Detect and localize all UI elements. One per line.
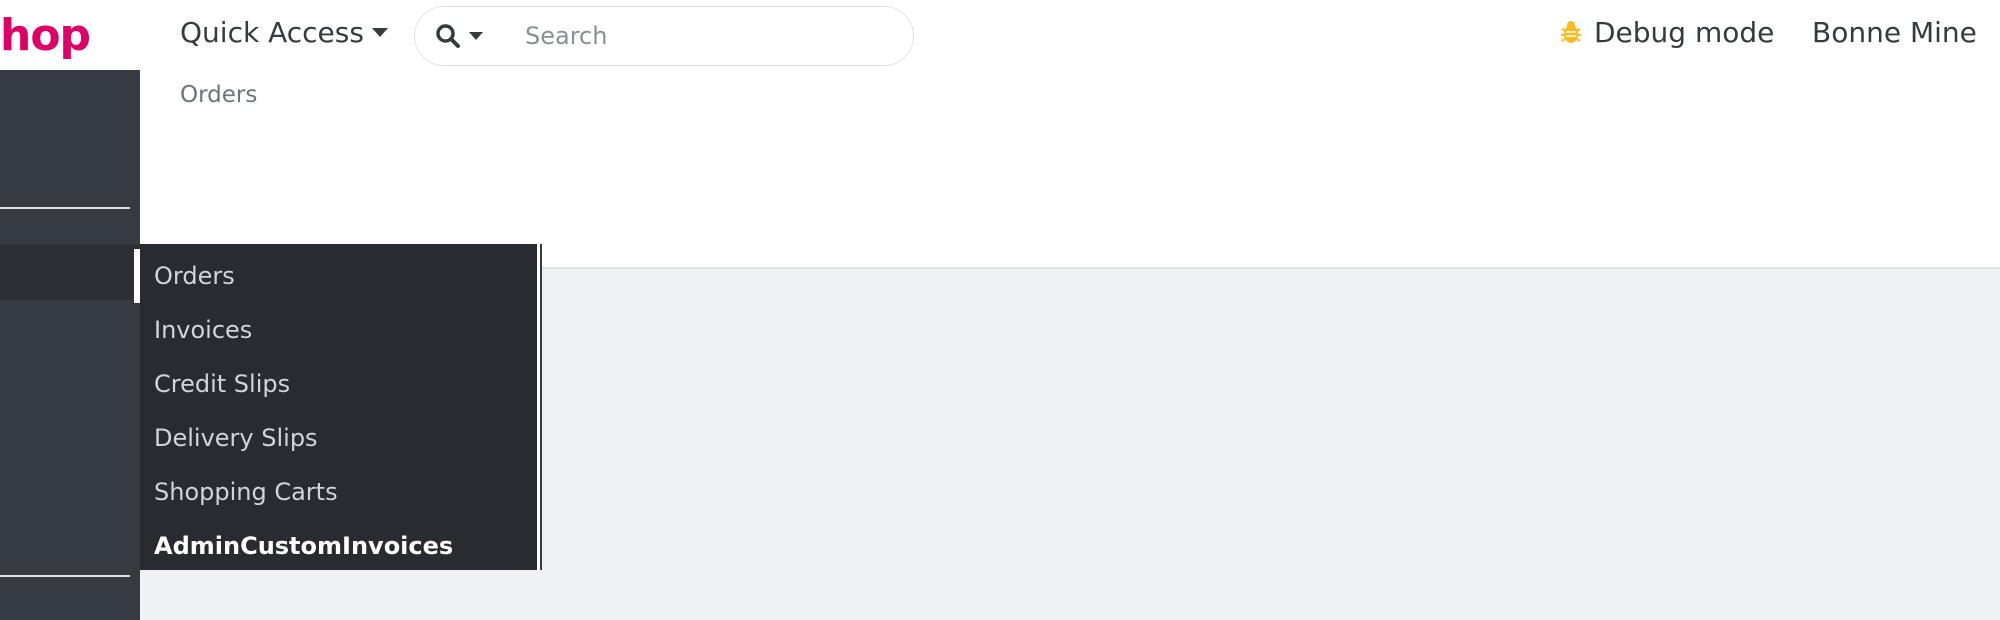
bug-icon (1560, 20, 1582, 44)
sidebar-divider (0, 207, 130, 209)
submenu-item-credit-slips[interactable]: Credit Slips (140, 357, 537, 411)
quick-access-label: Quick Access (180, 15, 364, 49)
sidebar-item-orders[interactable] (0, 245, 140, 300)
search-input[interactable] (505, 7, 885, 65)
quick-access-dropdown[interactable]: Quick Access (180, 12, 388, 52)
search-bar (414, 6, 914, 66)
search-icon (435, 23, 461, 49)
orders-submenu: Orders Invoices Credit Slips Delivery Sl… (134, 244, 540, 573)
logo[interactable]: hop (0, 6, 91, 66)
chevron-down-icon (469, 32, 483, 40)
sidebar-divider (0, 575, 130, 577)
debug-mode-label: Debug mode (1594, 15, 1775, 49)
admin-page: hop Quick Access Search Debug mode Bonne… (0, 0, 2000, 620)
submenu-item-admin-custom-invoices[interactable]: AdminCustomInvoices (140, 519, 537, 573)
breadcrumb[interactable]: Orders (180, 82, 257, 108)
search-type-toggle[interactable] (415, 7, 505, 65)
debug-mode-indicator[interactable]: Debug mode (1560, 12, 1774, 52)
submenu-item-orders[interactable]: Orders (134, 249, 537, 303)
shop-name-link[interactable]: Bonne Mine (1812, 12, 1977, 52)
top-header: hop Quick Access Search Debug mode Bonne… (0, 0, 2000, 70)
sidebar (0, 70, 140, 620)
chevron-down-icon (371, 27, 388, 37)
submenu-item-shopping-carts[interactable]: Shopping Carts (140, 465, 537, 519)
submenu-item-invoices[interactable]: Invoices (140, 303, 537, 357)
submenu-item-delivery-slips[interactable]: Delivery Slips (140, 411, 537, 465)
